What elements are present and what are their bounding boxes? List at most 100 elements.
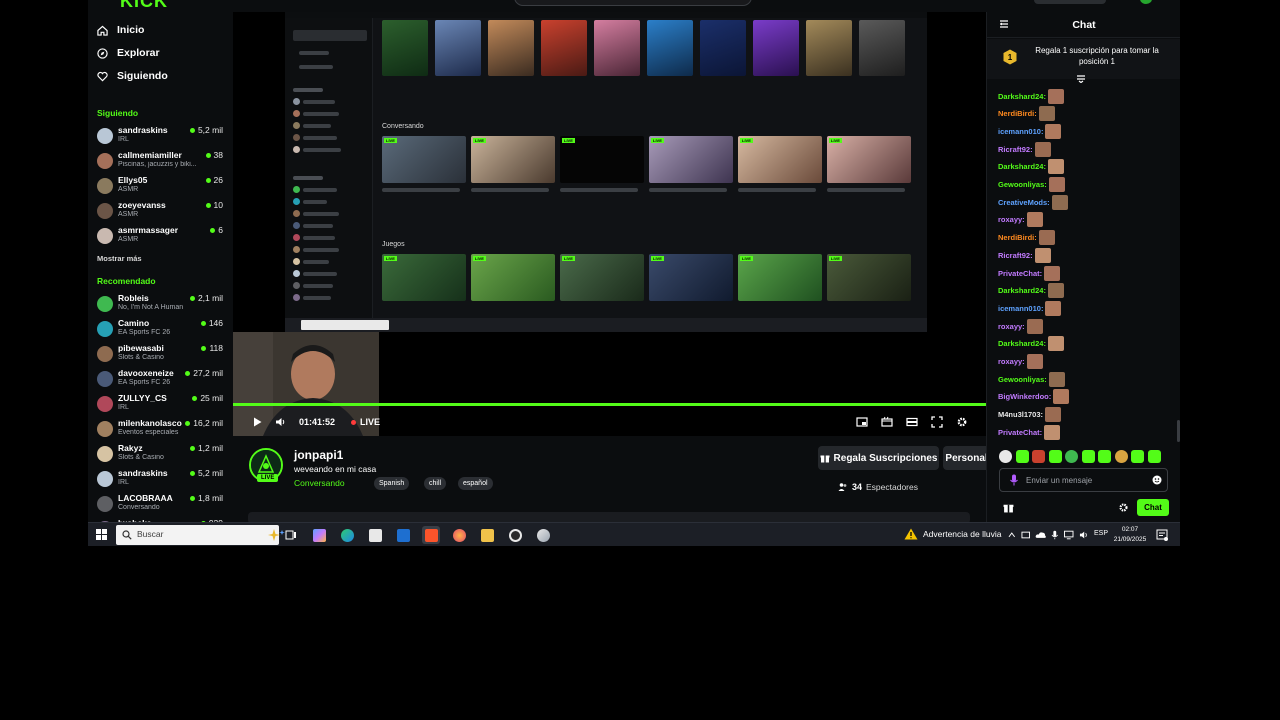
edge-browser-icon[interactable]	[338, 526, 356, 544]
emote-icon[interactable]	[1114, 450, 1128, 463]
onedrive-icon[interactable]	[1035, 531, 1046, 539]
volume-icon[interactable]	[1079, 530, 1088, 540]
emote-icon[interactable]	[1048, 450, 1062, 463]
chat-username[interactable]: Gewoonliyas:	[998, 180, 1047, 189]
emote-icon[interactable]	[1032, 450, 1045, 463]
chat-username[interactable]: BigWinkerdoo:	[998, 392, 1051, 401]
chat-username[interactable]: roxayy:	[998, 322, 1025, 331]
collapse-chat-icon[interactable]	[999, 19, 1009, 29]
sidebar-channel[interactable]: LACOBRAAA Conversando 1,8 mil	[97, 493, 225, 517]
sidebar-channel[interactable]: callmemiamiller Piscinas, jacuzzis y bik…	[97, 150, 225, 174]
sidebar-channel[interactable]: davooxeneize EA Sports FC 26 27,2 mil	[97, 368, 225, 392]
file-explorer-icon[interactable]	[478, 526, 496, 544]
pinned-gift-banner[interactable]: 1 Regala 1 suscripción para tomar la pos…	[987, 39, 1180, 83]
sidebar-channel[interactable]: Camino EA Sports FC 26 146	[97, 318, 225, 342]
emote-icon[interactable]	[1065, 450, 1078, 463]
theater-mode-button[interactable]	[906, 410, 918, 434]
chat-username[interactable]: PrivateChat:	[998, 428, 1042, 437]
top-search-bar[interactable]	[514, 0, 752, 6]
volume-button[interactable]	[275, 410, 287, 434]
copilot-app-icon[interactable]	[310, 526, 328, 544]
emote-icon[interactable]	[1147, 450, 1161, 463]
emoji-icon[interactable]	[1152, 475, 1162, 485]
streamer-name[interactable]: jonpapi1	[294, 448, 343, 462]
taskbar-clock[interactable]: 02:07 21/09/2025	[1112, 525, 1148, 545]
sidebar-channel[interactable]: milenkanolasco Eventos especiales 16,2 m…	[97, 418, 225, 442]
player-settings-button[interactable]	[956, 410, 968, 434]
taskbar-search[interactable]: Buscar	[116, 525, 285, 545]
chat-username[interactable]: Ricraft92:	[998, 145, 1033, 154]
chat-username[interactable]: roxayy:	[998, 357, 1025, 366]
chat-username[interactable]: NerdiBirdi:	[998, 233, 1037, 242]
microphone-icon[interactable]	[1051, 530, 1059, 540]
chat-scrollbar[interactable]	[1177, 420, 1180, 442]
gift-icon[interactable]	[1003, 502, 1014, 513]
task-view-icon[interactable]	[282, 526, 300, 544]
stream-tag[interactable]: Spanish	[374, 477, 410, 490]
sidebar-channel[interactable]: ZULLYY_CS IRL 25 mil	[97, 393, 225, 417]
play-button[interactable]	[251, 410, 263, 434]
nav-siguiendo[interactable]: Siguiendo	[97, 66, 168, 86]
brave-browser-icon[interactable]	[422, 526, 440, 544]
obs-app-icon[interactable]	[506, 526, 524, 544]
chat-message-input[interactable]	[1026, 473, 1146, 487]
gift-subs-button[interactable]: Regala Suscripciones	[818, 446, 939, 470]
chat-username[interactable]: Darkshard24:	[998, 339, 1046, 348]
clip-button[interactable]	[881, 410, 893, 434]
chat-send-button[interactable]: Chat	[1137, 499, 1169, 516]
chat-username[interactable]: M4nu3l1703:	[998, 410, 1043, 419]
sidebar-channel[interactable]: zoeyevanss ASMR 10	[97, 200, 225, 224]
nav-explorar[interactable]: Explorar	[97, 43, 160, 63]
stream-tag[interactable]: español	[458, 477, 493, 490]
chat-username[interactable]: icemann010:	[998, 127, 1043, 136]
network-icon[interactable]	[1021, 530, 1030, 540]
chat-username[interactable]: roxayy:	[998, 215, 1025, 224]
chevron-up-icon[interactable]	[1008, 531, 1016, 539]
sidebar-channel[interactable]: Rakyz Slots & Casino 1,2 mil	[97, 443, 225, 467]
chat-username[interactable]: Darkshard24:	[998, 92, 1046, 101]
chat-username[interactable]: Gewoonliyas:	[998, 375, 1047, 384]
sidebar-channel[interactable]: Ellys05 ASMR 26	[97, 175, 225, 199]
chat-username[interactable]: PrivateChat:	[998, 269, 1042, 278]
emote-icon[interactable]	[1131, 450, 1144, 463]
input-language[interactable]: ESP	[1094, 530, 1108, 537]
sidebar-channel[interactable]: sandraskins IRL 5,2 mil	[97, 125, 225, 149]
stream-tag[interactable]: chill	[424, 477, 447, 490]
sidebar-channel[interactable]: asmrmassager ASMR 6	[97, 225, 225, 249]
chat-username[interactable]: Darkshard24:	[998, 286, 1046, 295]
weather-widget[interactable]: Advertencia de lluvia	[904, 528, 1001, 540]
fullscreen-button[interactable]	[931, 410, 943, 434]
show-more-link[interactable]: Mostrar más	[97, 254, 142, 263]
chat-username[interactable]: Ricraft92:	[998, 251, 1033, 260]
chat-username[interactable]: CreativeMods:	[998, 198, 1050, 207]
stream-category[interactable]: Conversando	[294, 478, 345, 488]
chat-settings-icon[interactable]	[1118, 502, 1129, 513]
emote-icon[interactable]	[1081, 450, 1095, 463]
chat-username[interactable]: NerdiBirdi:	[998, 109, 1037, 118]
chevron-down-icon[interactable]	[1076, 75, 1086, 83]
microsoft-store-icon[interactable]	[366, 526, 384, 544]
windows-start-icon[interactable]	[96, 529, 107, 540]
emote-icon[interactable]	[1015, 450, 1029, 463]
outlook-icon[interactable]	[394, 526, 412, 544]
notification-icon[interactable]	[1156, 529, 1168, 541]
chat-username[interactable]: icemann010:	[998, 304, 1043, 313]
chat-username[interactable]: Darkshard24:	[998, 162, 1046, 171]
app-icon[interactable]	[534, 526, 552, 544]
mini-player-button[interactable]	[856, 410, 868, 434]
kick-logo[interactable]: KICK	[120, 0, 168, 12]
firefox-icon[interactable]	[450, 526, 468, 544]
video-player[interactable]: Conversando LIVE LIVE LIVE LIVE LIVE LIV…	[233, 12, 986, 436]
progress-bar[interactable]	[233, 403, 986, 406]
sidebar-channel[interactable]: Robleis No, I'm Not A Human 2,1 mil	[97, 293, 225, 317]
display-icon[interactable]	[1064, 530, 1074, 540]
nav-inicio[interactable]: Inicio	[97, 20, 144, 40]
emote-icon[interactable]	[999, 450, 1012, 463]
captured-game-thumb: LIVE	[560, 254, 644, 301]
top-action-button[interactable]	[1034, 0, 1106, 4]
mic-icon[interactable]	[1009, 474, 1019, 486]
user-avatar[interactable]	[1140, 0, 1152, 4]
sidebar-channel[interactable]: sandraskins IRL 5,2 mil	[97, 468, 225, 492]
emote-icon[interactable]	[1098, 450, 1111, 463]
sidebar-channel[interactable]: pibewasabi Slots & Casino 118	[97, 343, 225, 367]
